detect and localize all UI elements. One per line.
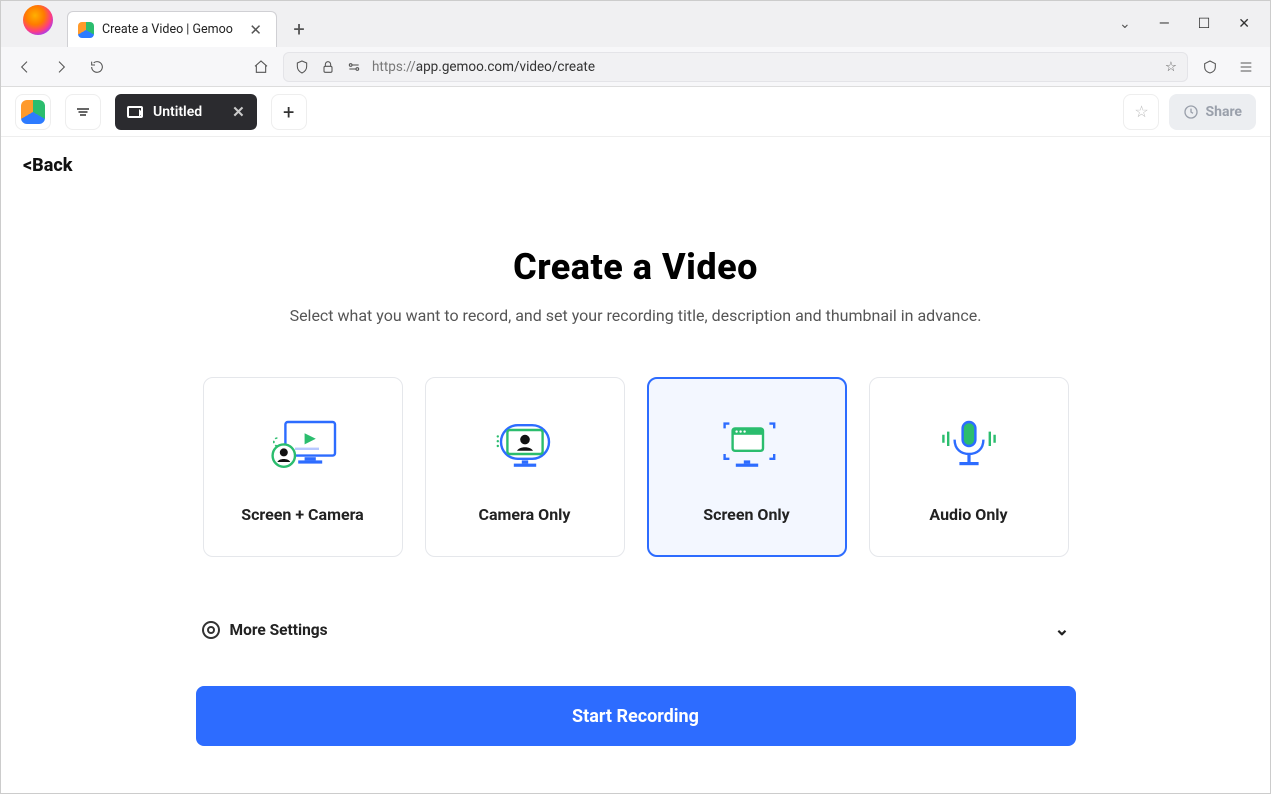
document-tab[interactable]: Untitled ✕ bbox=[115, 94, 257, 130]
card-label: Screen + Camera bbox=[241, 505, 364, 524]
gemoo-logo-icon[interactable] bbox=[15, 94, 51, 130]
back-link[interactable]: <Back bbox=[1, 155, 1270, 176]
forward-icon[interactable] bbox=[47, 53, 75, 81]
url-text: https://app.gemoo.com/video/create bbox=[372, 59, 595, 75]
back-icon[interactable] bbox=[11, 53, 39, 81]
close-document-icon[interactable]: ✕ bbox=[232, 103, 245, 121]
tabs-dropdown-icon[interactable]: ⌄ bbox=[1119, 16, 1131, 32]
card-audio-only[interactable]: Audio Only bbox=[869, 377, 1069, 557]
recording-mode-cards: Screen + Camera Camera Only bbox=[196, 377, 1076, 557]
card-label: Camera Only bbox=[479, 505, 571, 524]
new-tab-button[interactable]: + bbox=[283, 13, 315, 45]
document-title: Untitled bbox=[153, 104, 202, 120]
page-content: <Back Create a Video Select what you wan… bbox=[1, 137, 1270, 793]
minimize-icon[interactable]: — bbox=[1159, 16, 1170, 32]
start-recording-button[interactable]: Start Recording bbox=[196, 686, 1076, 746]
reload-icon[interactable] bbox=[83, 53, 111, 81]
screen-only-icon bbox=[707, 411, 787, 481]
library-icon[interactable] bbox=[65, 94, 101, 130]
url-bar[interactable]: https://app.gemoo.com/video/create ☆ bbox=[283, 52, 1188, 82]
lock-icon bbox=[320, 59, 336, 75]
close-window-icon[interactable]: ✕ bbox=[1238, 16, 1250, 32]
close-tab-icon[interactable]: ✕ bbox=[245, 21, 266, 39]
more-settings-toggle[interactable]: More Settings ⌄ bbox=[196, 619, 1076, 640]
share-label: Share bbox=[1205, 104, 1242, 120]
browser-tab-strip: Create a Video | Gemoo ✕ + ⌄ — ☐ ✕ bbox=[1, 1, 1270, 47]
home-icon[interactable] bbox=[247, 53, 275, 81]
audio-only-icon bbox=[929, 411, 1009, 481]
share-button[interactable]: Share bbox=[1169, 94, 1256, 130]
site-favicon-icon bbox=[78, 22, 94, 38]
card-screen-only[interactable]: Screen Only bbox=[647, 377, 847, 557]
firefox-logo-icon bbox=[23, 5, 53, 35]
app-toolbar: Untitled ✕ + ☆ Share bbox=[1, 87, 1270, 137]
more-settings-label: More Settings bbox=[230, 621, 328, 639]
shield-icon bbox=[294, 59, 310, 75]
page-subtitle: Select what you want to record, and set … bbox=[196, 306, 1076, 325]
bookmark-star-icon[interactable]: ☆ bbox=[1165, 59, 1177, 75]
screen-camera-icon bbox=[263, 411, 343, 481]
card-camera-only[interactable]: Camera Only bbox=[425, 377, 625, 557]
card-screen-camera[interactable]: Screen + Camera bbox=[203, 377, 403, 557]
page-title: Create a Video bbox=[196, 246, 1076, 288]
browser-tab[interactable]: Create a Video | Gemoo ✕ bbox=[67, 11, 277, 47]
chevron-down-icon: ⌄ bbox=[1054, 619, 1069, 640]
video-icon bbox=[127, 106, 143, 118]
window-controls: ⌄ — ☐ ✕ bbox=[1119, 16, 1270, 32]
share-icon bbox=[1183, 104, 1199, 120]
gear-icon bbox=[202, 621, 220, 639]
maximize-icon[interactable]: ☐ bbox=[1198, 16, 1211, 32]
menu-icon[interactable] bbox=[1232, 53, 1260, 81]
card-label: Audio Only bbox=[929, 505, 1007, 524]
tab-title: Create a Video | Gemoo bbox=[102, 22, 245, 37]
camera-only-icon bbox=[485, 411, 565, 481]
add-document-button[interactable]: + bbox=[271, 94, 307, 130]
permissions-icon bbox=[346, 59, 362, 75]
browser-nav-bar: https://app.gemoo.com/video/create ☆ bbox=[1, 47, 1270, 87]
card-label: Screen Only bbox=[703, 505, 789, 524]
pocket-icon[interactable] bbox=[1196, 53, 1224, 81]
favorite-button[interactable]: ☆ bbox=[1123, 94, 1159, 130]
